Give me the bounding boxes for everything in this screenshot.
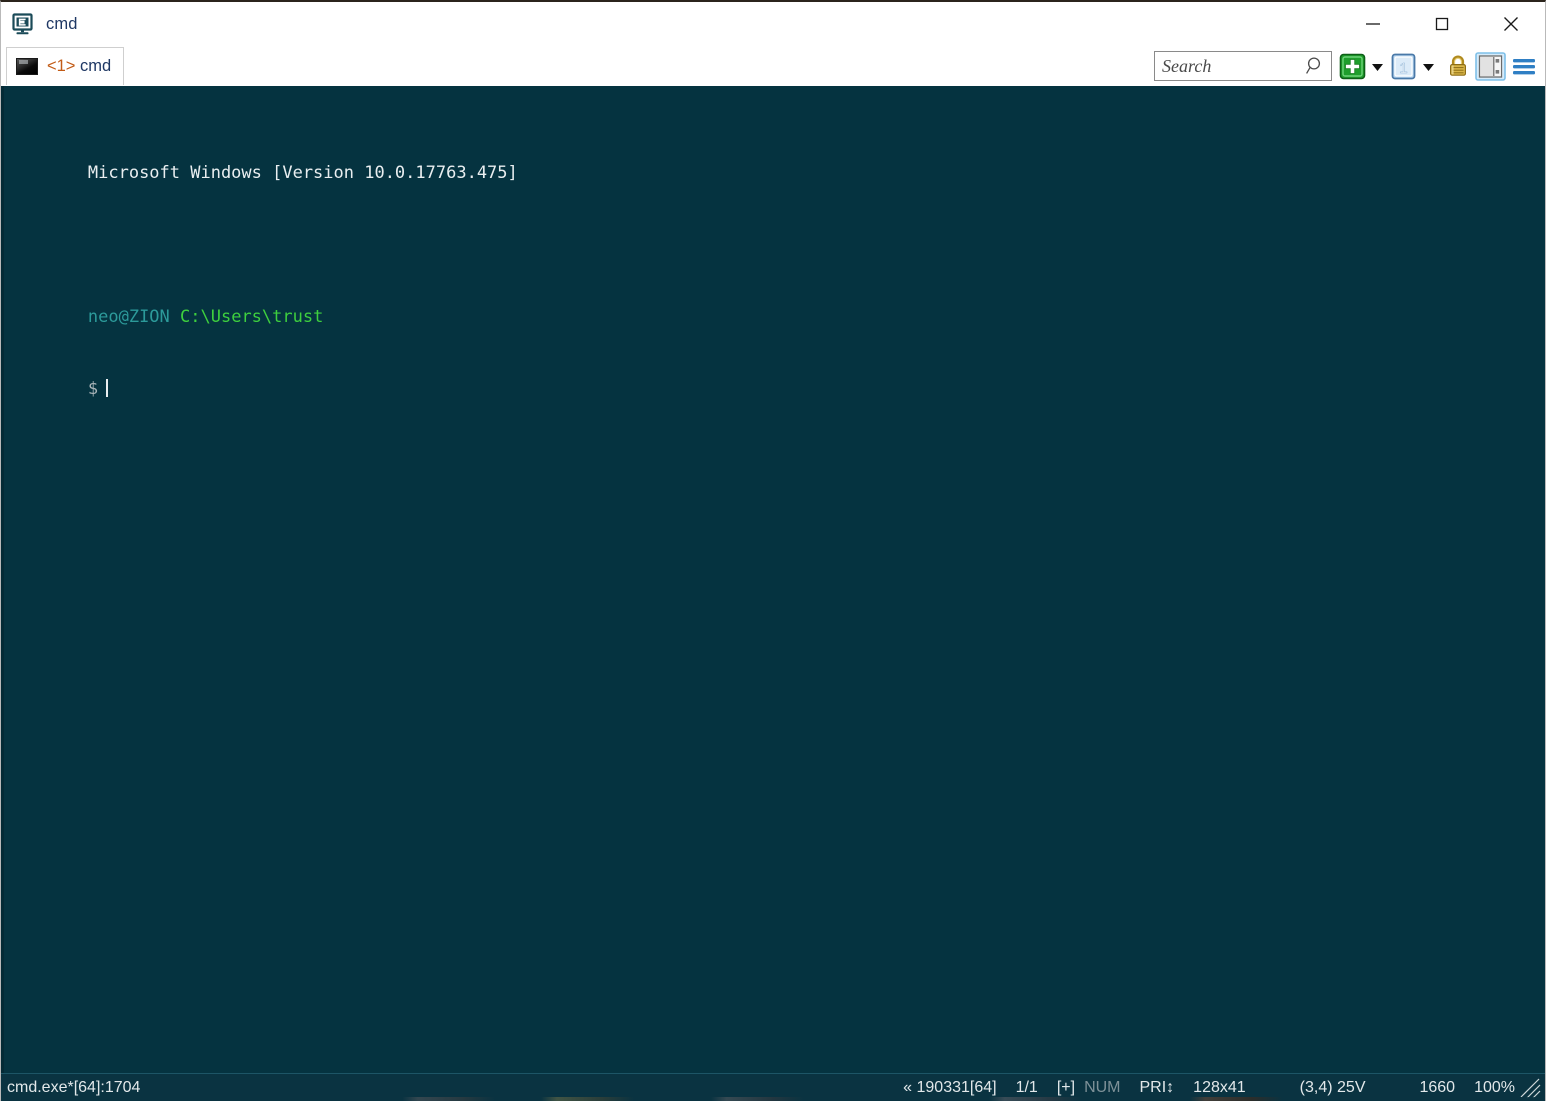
plus-icon (1339, 53, 1366, 79)
tab-bar: <1> cmd Search 1 (1, 46, 1545, 86)
svg-text:1: 1 (1399, 60, 1407, 77)
prompt-user-host: neo@ZION (87, 307, 170, 327)
menu-button[interactable] (1509, 52, 1539, 80)
tab-index: <1> (47, 57, 76, 76)
active-console-button[interactable]: 1 (1390, 53, 1417, 80)
window-controls (1338, 2, 1545, 46)
terminal-screen[interactable]: Microsoft Windows [Version 10.0.17763.47… (1, 86, 1545, 1073)
lock-icon (1449, 55, 1467, 76)
active-console-dropdown-button[interactable] (1419, 53, 1438, 80)
terminal-line-version: Microsoft Windows [Version 10.0.17763.47… (6, 137, 1545, 183)
console-icon (16, 58, 38, 75)
close-icon (1503, 17, 1518, 31)
search-icon[interactable] (1304, 55, 1326, 77)
tab-cmd-1[interactable]: <1> cmd (6, 47, 125, 85)
prompt-symbol: $ (87, 379, 99, 399)
new-console-button[interactable] (1339, 53, 1366, 80)
status-zoom-level[interactable]: 100% (1474, 1079, 1515, 1097)
terminal-left-marker-bar[interactable] (1, 86, 4, 1073)
tab-name: cmd (80, 57, 112, 76)
conemu-icon (12, 12, 35, 36)
title-bar: cmd (1, 2, 1545, 46)
status-bar: cmd.exe*[64]:1704 « 190331[64] 1/1 [+] N… (1, 1073, 1545, 1101)
status-priority[interactable]: PRI↕ (1140, 1079, 1175, 1097)
new-console-dropdown-button[interactable] (1368, 53, 1387, 80)
panel-toggle-button[interactable] (1475, 51, 1506, 81)
chevron-down-icon (1372, 63, 1383, 71)
hamburger-menu-icon (1513, 59, 1535, 75)
chevron-down-icon (1423, 63, 1434, 71)
taskbar-bleed-strip (1, 1097, 1545, 1101)
minimize-button[interactable] (1338, 2, 1407, 46)
panel-layout-icon (1475, 51, 1506, 81)
conemu-window: cmd <1> cmd Search 1 Microsoft Windows [… (0, 0, 1546, 1101)
maximize-button[interactable] (1407, 2, 1476, 46)
maximize-icon (1435, 17, 1448, 31)
search-box[interactable] (1154, 51, 1332, 81)
window-title: cmd (46, 14, 78, 33)
minimize-icon (1365, 23, 1380, 25)
status-expand-flag[interactable]: [+] (1057, 1079, 1075, 1097)
status-build[interactable]: « 190331[64] (903, 1079, 996, 1097)
terminal-line-input: $ (6, 353, 1545, 399)
resize-grip-icon[interactable] (1519, 1077, 1541, 1099)
toolbar: 1 (1154, 49, 1539, 83)
version-text: Microsoft Windows [Version 10.0.17763.47… (87, 163, 518, 183)
prompt-path: C:\Users\trust (180, 307, 324, 327)
close-button[interactable] (1476, 2, 1545, 46)
title-bar-left: cmd (1, 12, 78, 36)
status-num-lock[interactable]: NUM (1084, 1079, 1120, 1097)
status-memory[interactable]: 1660 (1419, 1079, 1455, 1097)
status-cursor-position[interactable]: (3,4) 25V (1300, 1079, 1366, 1097)
status-console-count[interactable]: 1/1 (1016, 1079, 1038, 1097)
terminal-content: Microsoft Windows [Version 10.0.17763.47… (6, 89, 1545, 425)
tab-label: <1> cmd (47, 58, 111, 75)
console-number-icon: 1 (1391, 53, 1416, 79)
terminal-line-prompt-path: neo@ZION C:\Users\trust (6, 281, 1545, 327)
status-process-info: cmd.exe*[64]:1704 (7, 1078, 141, 1096)
status-buffer-size[interactable]: 128x41 (1193, 1079, 1246, 1097)
lock-button[interactable] (1444, 52, 1472, 80)
text-cursor (106, 379, 109, 397)
search-input[interactable] (1162, 55, 1302, 77)
